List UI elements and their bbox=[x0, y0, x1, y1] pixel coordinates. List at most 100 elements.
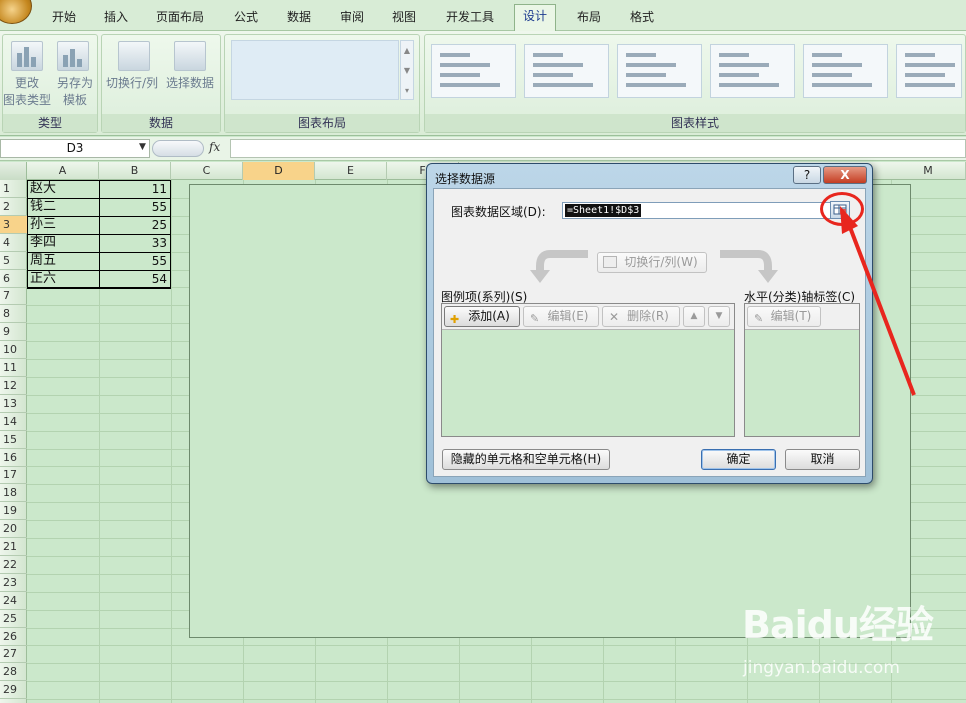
cancel-button[interactable]: 取消 bbox=[785, 449, 860, 470]
chart-style-4[interactable] bbox=[710, 44, 795, 98]
column-header-c[interactable]: C bbox=[171, 162, 243, 180]
row-header-24[interactable]: 24 bbox=[0, 592, 27, 610]
close-button[interactable]: X bbox=[823, 166, 867, 184]
edit-series-button[interactable]: ✎ 编辑(E) bbox=[523, 306, 599, 327]
select-data-icon bbox=[174, 41, 206, 71]
save-template-icon bbox=[57, 41, 89, 71]
column-header-d[interactable]: D bbox=[243, 162, 315, 180]
tab-home[interactable]: 开始 bbox=[44, 6, 84, 31]
change-chart-type-button[interactable]: 更改 图表类型 bbox=[3, 75, 51, 109]
chart-style-1[interactable] bbox=[431, 44, 516, 98]
change-chart-type-icon bbox=[11, 41, 43, 71]
hidden-empty-cells-button[interactable]: 隐藏的单元格和空单元格(H) bbox=[442, 449, 610, 470]
row-header-5[interactable]: 5 bbox=[0, 252, 27, 270]
row-header-13[interactable]: 13 bbox=[0, 395, 27, 413]
row-header-8[interactable]: 8 bbox=[0, 305, 27, 324]
row-header-16[interactable]: 16 bbox=[0, 449, 27, 467]
group-chart-styles: 图表样式 bbox=[424, 34, 966, 133]
ribbon-tab-bar: 开始 插入 页面布局 公式 数据 审阅 视图 开发工具 设计 布局 格式 bbox=[0, 0, 966, 31]
arrow-down-icon: ▼ bbox=[715, 311, 723, 321]
add-label: 添加(A) bbox=[468, 309, 510, 323]
row-header-27[interactable]: 27 bbox=[0, 645, 27, 664]
row-header-12[interactable]: 12 bbox=[0, 377, 27, 395]
chart-style-3[interactable] bbox=[617, 44, 702, 98]
switch-label: 切换行/列(W) bbox=[624, 255, 698, 269]
column-header-m[interactable]: M bbox=[891, 162, 966, 180]
dialog-title: 选择数据源 bbox=[435, 172, 496, 186]
legend-entries-list[interactable]: ✚ 添加(A) ✎ 编辑(E) ✕ 删除(R) ▲ ▼ bbox=[441, 303, 735, 437]
chart-style-6[interactable] bbox=[896, 44, 962, 98]
select-all-corner[interactable] bbox=[0, 162, 27, 180]
tab-developer[interactable]: 开发工具 bbox=[438, 6, 502, 31]
select-data-source-dialog: 选择数据源 ? X 图表数据区域(D): =Sheet1!$D$3 切换行/列(… bbox=[426, 163, 873, 484]
row-header-10[interactable]: 10 bbox=[0, 341, 27, 360]
row-header-9[interactable]: 9 bbox=[0, 323, 27, 342]
tab-view[interactable]: 视图 bbox=[384, 6, 424, 31]
row-header-15[interactable]: 15 bbox=[0, 431, 27, 449]
name-box[interactable]: D3 bbox=[0, 139, 150, 158]
group-caption-styles: 图表样式 bbox=[425, 114, 965, 132]
row-header-21[interactable]: 21 bbox=[0, 538, 27, 556]
range-value: =Sheet1!$D$3 bbox=[565, 204, 642, 217]
tab-page-layout[interactable]: 页面布局 bbox=[148, 6, 212, 31]
delete-series-button[interactable]: ✕ 删除(R) bbox=[602, 306, 680, 327]
tab-insert[interactable]: 插入 bbox=[96, 6, 136, 31]
chart-style-5[interactable] bbox=[803, 44, 888, 98]
group-data: 切换行/列 选择数据 数据 bbox=[101, 34, 221, 133]
chart-data-range-input[interactable]: =Sheet1!$D$3 bbox=[562, 202, 843, 219]
left-curved-arrow-icon bbox=[530, 250, 588, 283]
tab-review[interactable]: 审阅 bbox=[332, 6, 372, 31]
row-header-29[interactable]: 29 bbox=[0, 681, 27, 700]
select-data-button[interactable]: 选择数据 bbox=[166, 75, 214, 92]
column-header-b[interactable]: B bbox=[99, 162, 171, 180]
row-header-26[interactable]: 26 bbox=[0, 628, 27, 646]
row-header-20[interactable]: 20 bbox=[0, 520, 27, 539]
column-header-a[interactable]: A bbox=[27, 162, 99, 180]
row-header-19[interactable]: 19 bbox=[0, 502, 27, 521]
chart-style-2[interactable] bbox=[524, 44, 609, 98]
formula-input[interactable] bbox=[230, 139, 966, 158]
ok-button[interactable]: 确定 bbox=[701, 449, 776, 470]
office-button[interactable] bbox=[0, 0, 32, 24]
row-header-18[interactable]: 18 bbox=[0, 484, 27, 503]
switch-row-column-button[interactable]: 切换行/列 bbox=[106, 75, 158, 92]
tab-data[interactable]: 数据 bbox=[279, 6, 319, 31]
row-header-1[interactable]: 1 bbox=[0, 180, 27, 198]
row-header-17[interactable]: 17 bbox=[0, 466, 27, 485]
formula-bar-resize-handle[interactable] bbox=[152, 140, 204, 157]
tab-formulas[interactable]: 公式 bbox=[226, 6, 266, 31]
chevron-down-icon[interactable]: ▼ bbox=[139, 142, 146, 152]
row-header-14[interactable]: 14 bbox=[0, 413, 27, 431]
row-header-2[interactable]: 2 bbox=[0, 198, 27, 216]
add-series-button[interactable]: ✚ 添加(A) bbox=[444, 306, 520, 327]
gallery-scroll[interactable]: ▲ ▼ ▾ bbox=[400, 40, 414, 100]
switch-row-column-dialog-button[interactable]: 切换行/列(W) bbox=[597, 252, 707, 273]
group-caption-data: 数据 bbox=[102, 114, 220, 132]
move-up-button[interactable]: ▲ bbox=[683, 306, 705, 327]
ribbon: 更改 图表类型 另存为 模板 类型 切换行/列 选择数据 数据 ▲ ▼ ▾ 图表布局… bbox=[0, 31, 966, 136]
edit-axis-labels-button[interactable]: ✎ 编辑(T) bbox=[747, 306, 821, 327]
help-button[interactable]: ? bbox=[793, 166, 821, 184]
column-header-e[interactable]: E bbox=[315, 162, 387, 180]
tab-design[interactable]: 设计 bbox=[514, 4, 557, 31]
row-header-28[interactable]: 28 bbox=[0, 663, 27, 682]
tab-chart-layout[interactable]: 布局 bbox=[569, 6, 609, 31]
add-icon: ✚ bbox=[450, 313, 460, 326]
row-header-25[interactable]: 25 bbox=[0, 610, 27, 628]
row-header-11[interactable]: 11 bbox=[0, 359, 27, 377]
row-header-3[interactable]: 3 bbox=[0, 215, 27, 234]
arrow-up-icon: ▲ bbox=[690, 311, 698, 321]
row-header-23[interactable]: 23 bbox=[0, 574, 27, 592]
row-header-4[interactable]: 4 bbox=[0, 234, 27, 252]
row-header-6[interactable]: 6 bbox=[0, 270, 27, 288]
tab-format[interactable]: 格式 bbox=[622, 6, 662, 31]
row-header-22[interactable]: 22 bbox=[0, 556, 27, 574]
row-header-7[interactable]: 7 bbox=[0, 287, 27, 306]
layout-gallery[interactable] bbox=[231, 40, 399, 100]
move-down-button[interactable]: ▼ bbox=[708, 306, 730, 327]
edit-icon: ✎ bbox=[754, 312, 764, 325]
save-as-template-button[interactable]: 另存为 模板 bbox=[51, 75, 99, 109]
insert-function-icon[interactable]: fx bbox=[209, 140, 220, 154]
range-label: 图表数据区域(D): bbox=[451, 205, 546, 219]
group-type: 更改 图表类型 另存为 模板 类型 bbox=[2, 34, 98, 133]
